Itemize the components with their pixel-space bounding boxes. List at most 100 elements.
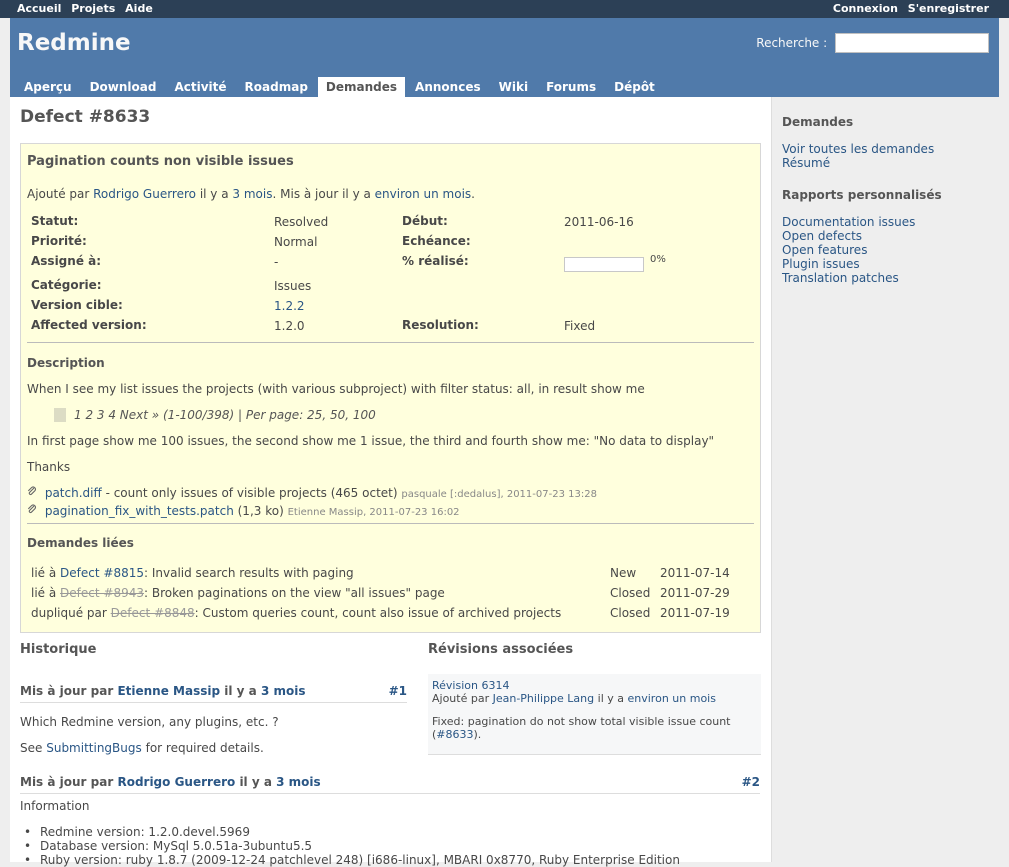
relation-row: dupliqué par Defect #8848: Custom querie… [31,606,561,620]
journal-mid: il y a [224,684,257,698]
account-menu: Connexion S'enregistrer [827,2,989,15]
revision-link[interactable]: Révision 6314 [432,679,509,692]
tab-download[interactable]: Download [82,77,165,97]
done-pct: 0% [650,254,666,265]
revisions-title: Révisions associées [428,642,574,657]
submitting-bugs-link[interactable]: SubmittingBugs [46,741,142,755]
description-p1: When I see my list issues the projects (… [27,382,645,396]
updated-ago-link[interactable]: environ un mois [375,187,472,201]
done-label: % réalisé: [402,254,469,268]
affected-version-label: Affected version: [31,318,147,332]
tab-apercu[interactable]: Aperçu [16,77,80,97]
category-value: Issues [274,279,312,293]
login-link[interactable]: Connexion [833,2,898,15]
site-title[interactable]: Redmine [17,30,131,56]
relation-type: lié à [31,566,57,580]
revision-issue-link[interactable]: #8633 [436,728,473,741]
sidebar-query-open-features[interactable]: Open features [782,243,867,257]
sidebar-title-issues: Demandes [782,115,854,129]
top-link-projects[interactable]: Projets [71,2,115,15]
sidebar-query-plugin-issues[interactable]: Plugin issues [782,257,860,271]
status-value: Resolved [274,215,329,229]
history-title: Historique [20,642,97,657]
journal-prefix: Mis à jour par [20,775,114,789]
due-label: Echéance: [402,234,471,248]
revision-prefix: Ajouté par [432,692,490,705]
issue-box: Pagination counts non visible issues Ajo… [20,143,761,633]
done-progress-bar [564,257,644,272]
relation-row: lié à Defect #8815: Invalid search resul… [31,566,354,580]
relation-link[interactable]: Defect #8943 [60,586,144,600]
sidebar: Demandes Voir toutes les demandes Résumé… [771,97,1000,862]
attachment-link[interactable]: patch.diff [45,486,102,500]
journal-ago-link[interactable]: 3 mois [261,684,306,698]
tab-activite[interactable]: Activité [166,77,234,97]
divider [27,523,754,524]
tab-annonces[interactable]: Annonces [407,77,489,97]
tab-roadmap[interactable]: Roadmap [237,77,316,97]
search-label: Recherche : [756,36,828,50]
attachment-meta: pasquale [:dedalus], 2011-07-23 13:28 [401,489,597,500]
paperclip-icon [27,486,41,500]
sidebar-title-reports: Rapports personnalisés [782,188,942,202]
tab-depot[interactable]: Dépôt [606,77,663,97]
tab-forums[interactable]: Forums [538,77,604,97]
paperclip-icon [27,504,41,518]
priority-value: Normal [274,235,318,249]
revision-message: Fixed: pagination do not show total visi… [432,715,731,728]
relation-date: 2011-07-14 [660,566,730,580]
top-link-home[interactable]: Accueil [17,2,61,15]
start-value: 2011-06-16 [564,215,634,229]
journal-author-link[interactable]: Rodrigo Guerrero [117,775,235,789]
relation-text: : Custom queries count, count also issue… [194,606,562,620]
relation-text: : Invalid search results with paging [144,566,354,580]
attachment-row: pagination_fix_with_tests.patch (1,3 ko)… [27,504,460,518]
description-p3: Thanks [27,460,71,474]
journal-header: Mis à jour par Rodrigo Guerrero il y a 3… [20,775,760,794]
journal-info: Information [20,799,90,813]
sidebar-link-all-issues[interactable]: Voir toutes les demandes [782,142,934,156]
attachment-link[interactable]: pagination_fix_with_tests.patch [45,504,234,518]
journal-mid: il y a [239,775,272,789]
journal-header: Mis à jour par Etienne Massip il y a 3 m… [20,684,407,703]
journal-note: See SubmittingBugs for required details. [20,741,264,755]
target-version-link[interactable]: 1.2.2 [274,299,305,313]
revision-mid: il y a [597,692,624,705]
journal-author-link[interactable]: Etienne Massip [117,684,220,698]
updated-mid: . Mis à jour il y a [272,187,371,201]
relation-link[interactable]: Defect #8815 [60,566,144,580]
author-link[interactable]: Rodrigo Guerrero [93,187,196,201]
tab-wiki[interactable]: Wiki [491,77,536,97]
revision-ref-close: ). [473,728,482,741]
sidebar-query-documentation[interactable]: Documentation issues [782,215,915,229]
author-mid: il y a [199,187,229,201]
sidebar-query-open-defects[interactable]: Open defects [782,229,862,243]
status-label: Statut: [31,214,79,228]
register-link[interactable]: S'enregistrer [908,2,989,15]
relation-link[interactable]: Defect #8848 [111,606,195,620]
attachment-desc: - count only issues of visible projects … [101,486,398,500]
revision-ago-link[interactable]: environ un mois [628,692,716,705]
resolution-value: Fixed [564,319,596,333]
author-end: . [471,187,475,201]
relation-status: New [610,566,637,580]
assignee-label: Assigné à: [31,254,102,268]
top-menu: Accueil Projets Aide Connexion S'enregis… [0,0,1009,18]
description-quote: 1 2 3 4 Next » (1-100/398) | Per page: 2… [54,408,376,422]
created-ago-link[interactable]: 3 mois [232,187,272,201]
tab-demandes[interactable]: Demandes [317,77,406,97]
journal-number-link[interactable]: #1 [389,684,407,698]
journal-bullet: Database version: MySql 5.0.51a-3ubuntu5… [24,839,312,853]
journal-ago-link[interactable]: 3 mois [276,775,321,789]
sidebar-link-summary[interactable]: Résumé [782,156,830,170]
revision-author-link[interactable]: Jean-Philippe Lang [493,692,595,705]
quick-search: Recherche : [756,33,989,53]
journal-bullet: Redmine version: 1.2.0.devel.5969 [24,825,250,839]
description-p2: In first page show me 100 issues, the se… [27,434,715,448]
top-link-help[interactable]: Aide [125,2,153,15]
sidebar-query-translation[interactable]: Translation patches [782,271,899,285]
journal-number-link[interactable]: #2 [742,775,760,789]
search-input[interactable] [835,33,989,53]
assignee-value: - [274,255,279,269]
main-menu: Aperçu Download Activité Roadmap Demandes Ann… [16,77,665,97]
